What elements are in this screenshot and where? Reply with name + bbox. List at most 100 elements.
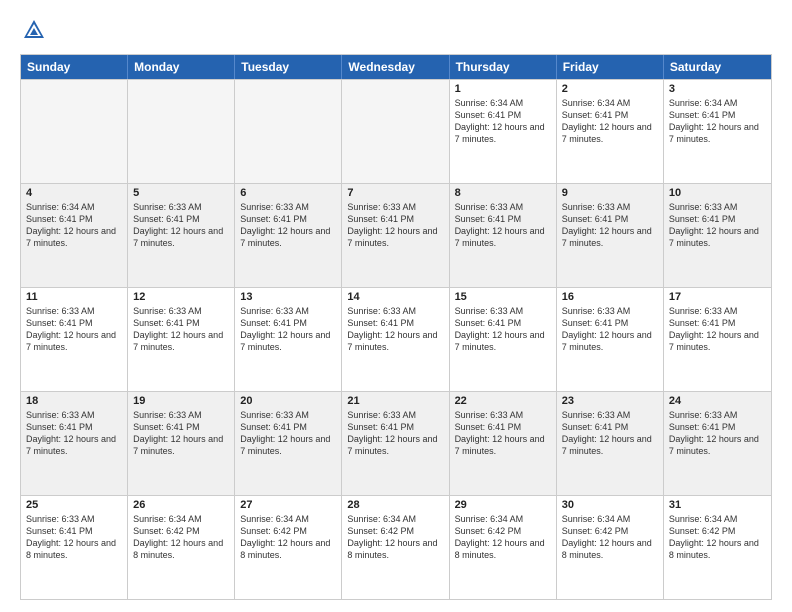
day-number: 2	[562, 83, 658, 95]
day-number: 6	[240, 187, 336, 199]
cal-cell: 13 Sunrise: 6:33 AMSunset: 6:41 PMDayligh…	[235, 288, 342, 391]
day-number: 19	[133, 395, 229, 407]
day-number: 10	[669, 187, 766, 199]
cal-cell: 14 Sunrise: 6:33 AMSunset: 6:41 PMDayligh…	[342, 288, 449, 391]
day-number: 9	[562, 187, 658, 199]
day-info: Sunrise: 6:33 AMSunset: 6:41 PMDaylight:…	[133, 201, 229, 250]
day-info: Sunrise: 6:33 AMSunset: 6:41 PMDaylight:…	[26, 305, 122, 354]
day-number: 28	[347, 499, 443, 511]
day-number: 11	[26, 291, 122, 303]
cal-week-1: 1 Sunrise: 6:34 AMSunset: 6:41 PMDaylight…	[21, 79, 771, 183]
day-info: Sunrise: 6:34 AMSunset: 6:41 PMDaylight:…	[562, 97, 658, 146]
cal-cell: 8 Sunrise: 6:33 AMSunset: 6:41 PMDaylight…	[450, 184, 557, 287]
day-info: Sunrise: 6:34 AMSunset: 6:42 PMDaylight:…	[240, 513, 336, 562]
cal-week-3: 11 Sunrise: 6:33 AMSunset: 6:41 PMDayligh…	[21, 287, 771, 391]
day-number: 7	[347, 187, 443, 199]
day-number: 26	[133, 499, 229, 511]
cal-cell: 23 Sunrise: 6:33 AMSunset: 6:41 PMDayligh…	[557, 392, 664, 495]
day-info: Sunrise: 6:33 AMSunset: 6:41 PMDaylight:…	[347, 409, 443, 458]
day-info: Sunrise: 6:34 AMSunset: 6:41 PMDaylight:…	[455, 97, 551, 146]
cal-cell: 1 Sunrise: 6:34 AMSunset: 6:41 PMDaylight…	[450, 80, 557, 183]
cal-cell: 18 Sunrise: 6:33 AMSunset: 6:41 PMDayligh…	[21, 392, 128, 495]
day-number: 17	[669, 291, 766, 303]
cal-cell: 11 Sunrise: 6:33 AMSunset: 6:41 PMDayligh…	[21, 288, 128, 391]
day-number: 12	[133, 291, 229, 303]
cal-cell	[128, 80, 235, 183]
cal-cell	[21, 80, 128, 183]
cal-cell: 29 Sunrise: 6:34 AMSunset: 6:42 PMDayligh…	[450, 496, 557, 599]
day-number: 20	[240, 395, 336, 407]
day-info: Sunrise: 6:33 AMSunset: 6:41 PMDaylight:…	[669, 409, 766, 458]
day-info: Sunrise: 6:33 AMSunset: 6:41 PMDaylight:…	[133, 409, 229, 458]
cal-cell: 17Sunrise: 6:33 AMSunset: 6:41 PMDayligh…	[664, 288, 771, 391]
day-number: 30	[562, 499, 658, 511]
page: SundayMondayTuesdayWednesdayThursdayFrid…	[0, 0, 792, 612]
cal-header-saturday: Saturday	[664, 55, 771, 79]
day-info: Sunrise: 6:34 AMSunset: 6:42 PMDaylight:…	[455, 513, 551, 562]
day-info: Sunrise: 6:34 AMSunset: 6:41 PMDaylight:…	[669, 97, 766, 146]
day-number: 25	[26, 499, 122, 511]
day-info: Sunrise: 6:33 AMSunset: 6:41 PMDaylight:…	[455, 305, 551, 354]
day-number: 1	[455, 83, 551, 95]
cal-cell: 3 Sunrise: 6:34 AMSunset: 6:41 PMDaylight…	[664, 80, 771, 183]
cal-cell: 28 Sunrise: 6:34 AMSunset: 6:42 PMDayligh…	[342, 496, 449, 599]
day-info: Sunrise: 6:33 AMSunset: 6:41 PMDaylight:…	[240, 201, 336, 250]
day-number: 8	[455, 187, 551, 199]
day-info: Sunrise: 6:34 AMSunset: 6:42 PMDaylight:…	[562, 513, 658, 562]
cal-header-friday: Friday	[557, 55, 664, 79]
cal-header-wednesday: Wednesday	[342, 55, 449, 79]
day-number: 14	[347, 291, 443, 303]
cal-week-2: 4 Sunrise: 6:34 AMSunset: 6:41 PMDaylight…	[21, 183, 771, 287]
day-number: 16	[562, 291, 658, 303]
calendar: SundayMondayTuesdayWednesdayThursdayFrid…	[20, 54, 772, 600]
day-info: Sunrise: 6:33 AMSunset: 6:41 PMDaylight:…	[455, 409, 551, 458]
day-info: Sunrise: 6:33 AMSunset: 6:41 PMDaylight:…	[562, 305, 658, 354]
day-number: 29	[455, 499, 551, 511]
cal-cell: 12 Sunrise: 6:33 AMSunset: 6:41 PMDayligh…	[128, 288, 235, 391]
cal-week-5: 25 Sunrise: 6:33 AMSunset: 6:41 PMDayligh…	[21, 495, 771, 599]
day-info: Sunrise: 6:33 AMSunset: 6:41 PMDaylight:…	[26, 513, 122, 562]
cal-cell: 2 Sunrise: 6:34 AMSunset: 6:41 PMDaylight…	[557, 80, 664, 183]
day-info: Sunrise: 6:34 AMSunset: 6:41 PMDaylight:…	[26, 201, 122, 250]
day-info: Sunrise: 6:33 AMSunset: 6:41 PMDaylight:…	[562, 201, 658, 250]
cal-header-tuesday: Tuesday	[235, 55, 342, 79]
day-number: 23	[562, 395, 658, 407]
day-number: 21	[347, 395, 443, 407]
day-info: Sunrise: 6:33 AMSunset: 6:41 PMDaylight:…	[455, 201, 551, 250]
cal-cell: 27 Sunrise: 6:34 AMSunset: 6:42 PMDayligh…	[235, 496, 342, 599]
day-number: 5	[133, 187, 229, 199]
day-info: Sunrise: 6:33 AMSunset: 6:41 PMDaylight:…	[347, 201, 443, 250]
cal-cell: 5 Sunrise: 6:33 AMSunset: 6:41 PMDaylight…	[128, 184, 235, 287]
day-number: 13	[240, 291, 336, 303]
cal-week-4: 18 Sunrise: 6:33 AMSunset: 6:41 PMDayligh…	[21, 391, 771, 495]
header	[20, 16, 772, 44]
cal-cell: 31 Sunrise: 6:34 AMSunset: 6:42 PMDayligh…	[664, 496, 771, 599]
day-number: 31	[669, 499, 766, 511]
day-info: Sunrise: 6:33 AMSunset: 6:41 PMDaylight:…	[562, 409, 658, 458]
cal-header-monday: Monday	[128, 55, 235, 79]
cal-cell: 21 Sunrise: 6:33 AMSunset: 6:41 PMDayligh…	[342, 392, 449, 495]
day-info: Sunrise: 6:34 AMSunset: 6:42 PMDaylight:…	[669, 513, 766, 562]
cal-cell	[235, 80, 342, 183]
cal-cell: 7 Sunrise: 6:33 AMSunset: 6:41 PMDaylight…	[342, 184, 449, 287]
cal-cell	[342, 80, 449, 183]
logo-icon	[20, 16, 48, 44]
day-number: 18	[26, 395, 122, 407]
day-info: Sunrise: 6:33 AMSunset: 6:41 PMDaylight:…	[240, 305, 336, 354]
day-number: 27	[240, 499, 336, 511]
cal-cell: 16 Sunrise: 6:33 AMSunset: 6:41 PMDayligh…	[557, 288, 664, 391]
cal-cell: 15Sunrise: 6:33 AMSunset: 6:41 PMDayligh…	[450, 288, 557, 391]
day-number: 24	[669, 395, 766, 407]
cal-cell: 30 Sunrise: 6:34 AMSunset: 6:42 PMDayligh…	[557, 496, 664, 599]
day-info: Sunrise: 6:34 AMSunset: 6:42 PMDaylight:…	[347, 513, 443, 562]
day-number: 22	[455, 395, 551, 407]
cal-cell: 20Sunrise: 6:33 AMSunset: 6:41 PMDayligh…	[235, 392, 342, 495]
cal-cell: 19 Sunrise: 6:33 AMSunset: 6:41 PMDayligh…	[128, 392, 235, 495]
day-number: 4	[26, 187, 122, 199]
logo	[20, 16, 52, 44]
day-number: 3	[669, 83, 766, 95]
calendar-body: 1 Sunrise: 6:34 AMSunset: 6:41 PMDaylight…	[21, 79, 771, 599]
day-info: Sunrise: 6:33 AMSunset: 6:41 PMDaylight:…	[133, 305, 229, 354]
day-info: Sunrise: 6:33 AMSunset: 6:41 PMDaylight:…	[347, 305, 443, 354]
day-info: Sunrise: 6:33 AMSunset: 6:41 PMDaylight:…	[26, 409, 122, 458]
